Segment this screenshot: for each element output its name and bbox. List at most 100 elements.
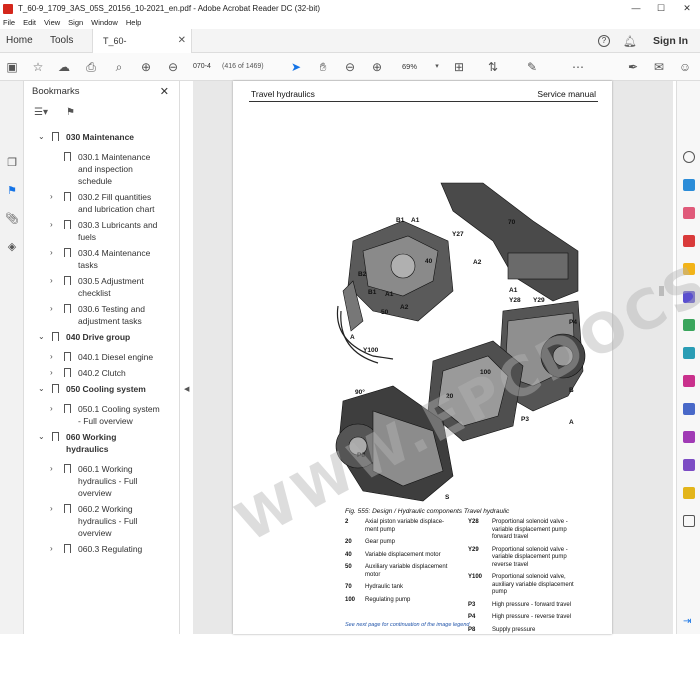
next-page-icon[interactable]: ⊖ <box>166 60 180 74</box>
email-icon[interactable]: ✉ <box>652 60 666 74</box>
attachments-icon[interactable]: 📎︎ <box>5 212 19 226</box>
chevron-right-icon[interactable]: › <box>50 219 53 231</box>
bookmarks-icon[interactable]: ⚑ <box>5 184 19 198</box>
zoom-out-icon[interactable]: ⊖ <box>343 60 357 74</box>
bookmark-label: adjustment tasks <box>78 316 142 326</box>
bookmark-item[interactable]: › 060.1 Working hydraulics - Full overview <box>50 463 172 499</box>
bookmark-label: - Full overview <box>78 416 133 426</box>
hand-tool-icon[interactable]: ✋︎ <box>316 60 330 74</box>
bookmark-section[interactable]: ⌄ 050 Cooling system <box>38 383 172 395</box>
print-icon[interactable]: ⎙ <box>84 60 98 74</box>
bookmark-label: and inspection <box>78 164 133 174</box>
tab-home[interactable]: Home <box>6 29 33 53</box>
menu-file[interactable]: File <box>3 17 15 29</box>
tab-document[interactable]: T_60-9_1709_3AS_... ✕ <box>92 29 192 70</box>
select-cursor-icon[interactable]: ➤ <box>289 60 303 74</box>
scroll-mode-icon[interactable]: ⇅ <box>486 60 500 74</box>
search-tool-icon[interactable] <box>683 151 695 163</box>
export-pdf-icon[interactable] <box>683 179 695 191</box>
legend-value: motor <box>365 571 381 578</box>
bookmark-item[interactable]: › 040.2 Clutch <box>50 367 172 379</box>
bookmark-section[interactable]: ⌄ 030 Maintenance <box>38 131 172 143</box>
collapse-panel-icon[interactable]: ◀ <box>184 385 189 393</box>
share-user-icon[interactable]: ☺ <box>678 60 692 74</box>
layers-icon[interactable]: ◈ <box>5 240 19 254</box>
drawing-label: Y100 <box>363 347 379 354</box>
more-tools-rail-icon[interactable] <box>683 515 695 527</box>
request-signature-icon[interactable] <box>683 459 695 471</box>
send-for-comments-icon[interactable] <box>683 487 695 499</box>
menu-help[interactable]: Help <box>126 17 141 29</box>
menu-sign[interactable]: Sign <box>68 17 83 29</box>
sign-in-button[interactable]: Sign In <box>653 29 688 53</box>
notification-bell-icon[interactable]: 🔔︎ <box>623 35 637 48</box>
page-thumbnails-icon[interactable]: ❐ <box>5 156 19 170</box>
bookmark-item[interactable]: › 060.3 Regulating <box>50 543 172 555</box>
scan-ocr-icon[interactable] <box>683 347 695 359</box>
save-icon[interactable]: ▣ <box>5 60 19 74</box>
edit-pdf-icon[interactable] <box>683 235 695 247</box>
tab-tools[interactable]: Tools <box>50 29 73 53</box>
collapse-rail-icon[interactable]: ⇥ <box>683 616 695 628</box>
fill-sign-icon[interactable]: ✒ <box>626 60 640 74</box>
new-bookmark-icon[interactable]: ⚑ <box>66 107 75 118</box>
create-pdf-icon[interactable] <box>683 207 695 219</box>
page-header-left: Travel hydraulics <box>251 89 315 99</box>
bookmark-item[interactable]: › 030.2 Fill quantities and lubrication ch… <box>50 191 172 215</box>
chevron-down-icon[interactable]: ⌄ <box>38 131 45 143</box>
chevron-right-icon[interactable]: › <box>50 403 53 415</box>
bookmark-item[interactable]: › 030.5 Adjustment checklist <box>50 275 172 299</box>
bookmark-options-icon[interactable]: ☰▾ <box>34 107 48 118</box>
legend-value: Regulating pump <box>365 596 411 603</box>
chevron-right-icon[interactable]: › <box>50 247 53 259</box>
bookmark-section[interactable]: ⌄ 040 Drive group <box>38 331 172 343</box>
close-panel-icon[interactable]: ✕ <box>160 81 169 103</box>
chevron-down-icon[interactable]: ⌄ <box>38 431 45 443</box>
zoom-dropdown-icon[interactable]: ▾ <box>430 60 444 74</box>
minimize-button[interactable]: — <box>625 0 647 17</box>
bookmark-label: hydraulics - Full <box>78 476 138 486</box>
bookmark-item[interactable]: › 050.1 Cooling system - Full overview <box>50 403 172 427</box>
cloud-upload-icon[interactable]: ☁ <box>57 60 71 74</box>
comment-icon[interactable]: ✎ <box>525 60 539 74</box>
chevron-right-icon[interactable]: › <box>50 303 53 315</box>
maximize-button[interactable]: ☐ <box>650 0 672 17</box>
chevron-right-icon[interactable]: › <box>50 191 53 203</box>
page-count: (416 of 1469) <box>222 63 264 70</box>
chevron-right-icon[interactable]: › <box>50 275 53 287</box>
more-tools-icon[interactable]: ⋯ <box>571 60 585 74</box>
legend-key: Y28 <box>468 519 479 525</box>
bookmark-item[interactable]: › 030.3 Lubricants and fuels <box>50 219 172 243</box>
chevron-right-icon[interactable]: › <box>50 367 53 379</box>
bookmark-item[interactable]: › 040.1 Diesel engine <box>50 351 172 363</box>
bookmark-item[interactable]: › 030.4 Maintenance tasks <box>50 247 172 271</box>
fit-page-icon[interactable]: ⊞ <box>452 60 466 74</box>
fill-and-sign-icon[interactable] <box>683 375 695 387</box>
menu-view[interactable]: View <box>44 17 60 29</box>
page-number-input[interactable]: 070-4 <box>193 60 217 74</box>
chevron-right-icon[interactable]: › <box>50 463 53 475</box>
chevron-right-icon[interactable]: › <box>50 543 53 555</box>
chevron-down-icon[interactable]: ⌄ <box>38 331 45 343</box>
tab-close-icon[interactable]: ✕ <box>178 29 186 53</box>
chevron-down-icon[interactable]: ⌄ <box>38 383 45 395</box>
close-window-button[interactable]: ✕ <box>676 0 698 17</box>
bookmark-section[interactable]: ⌄ 060 Working hydraulics <box>38 431 172 455</box>
chevron-right-icon[interactable]: › <box>50 351 53 363</box>
menu-edit[interactable]: Edit <box>23 17 36 29</box>
chevron-right-icon[interactable]: › <box>50 503 53 515</box>
bookmarks-title: Bookmarks <box>32 86 80 97</box>
prepare-form-icon[interactable] <box>683 431 695 443</box>
protect-icon[interactable] <box>683 403 695 415</box>
bookmark-item[interactable]: › 060.2 Working hydraulics - Full overview <box>50 503 172 539</box>
bookmark-item[interactable]: 030.1 Maintenance and inspection schedule <box>50 151 172 187</box>
previous-page-icon[interactable]: ⊕ <box>139 60 153 74</box>
help-icon[interactable]: ? <box>598 35 610 47</box>
menu-window[interactable]: Window <box>91 17 118 29</box>
bookmark-item[interactable]: › 030.6 Testing and adjustment tasks <box>50 303 172 327</box>
zoom-search-icon[interactable]: ⌕ <box>112 60 126 74</box>
bookmark-star-icon[interactable]: ☆ <box>31 60 45 74</box>
zoom-in-icon[interactable]: ⊕ <box>370 60 384 74</box>
document-scrollbar[interactable] <box>656 81 666 634</box>
bookmark-icon <box>64 276 71 285</box>
